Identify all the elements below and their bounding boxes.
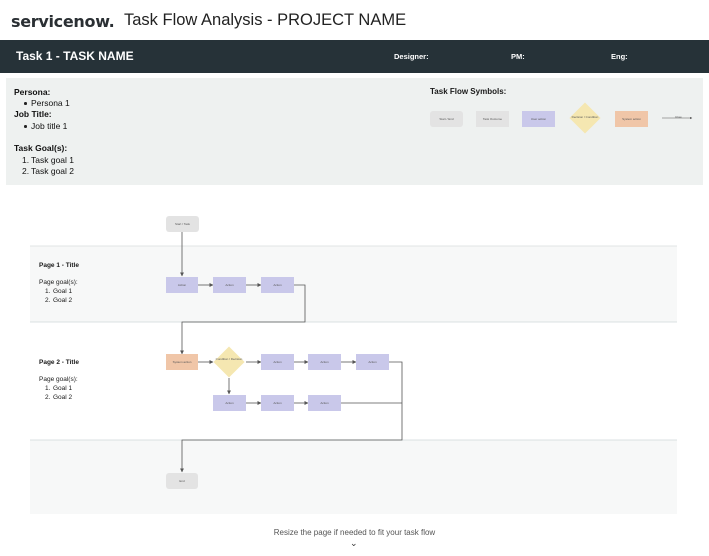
flow-action-node: Action xyxy=(166,277,198,293)
flow-action-node: Action xyxy=(213,395,246,411)
resize-hint: Resize the page if needed to fit your ta… xyxy=(273,528,436,537)
flow-action-node: Action xyxy=(213,277,246,293)
flow-action-node: Action xyxy=(261,354,294,370)
task-flow-diagram xyxy=(30,116,693,473)
flow-system-node: System action xyxy=(166,354,198,370)
flow-action-node: Action xyxy=(356,354,389,370)
flow-action-node: Action xyxy=(261,395,294,411)
flow-end-node: End xyxy=(166,473,198,489)
flow-action-node: Action xyxy=(308,395,341,411)
flow-action-node: Action xyxy=(261,277,294,293)
flow-start-node: Start / Task xyxy=(166,216,199,232)
flow-action-node: Action xyxy=(308,354,341,370)
chevron-down-icon[interactable]: ⌄ xyxy=(350,538,358,549)
flow-decision-label: Condition / Decision xyxy=(215,357,243,361)
